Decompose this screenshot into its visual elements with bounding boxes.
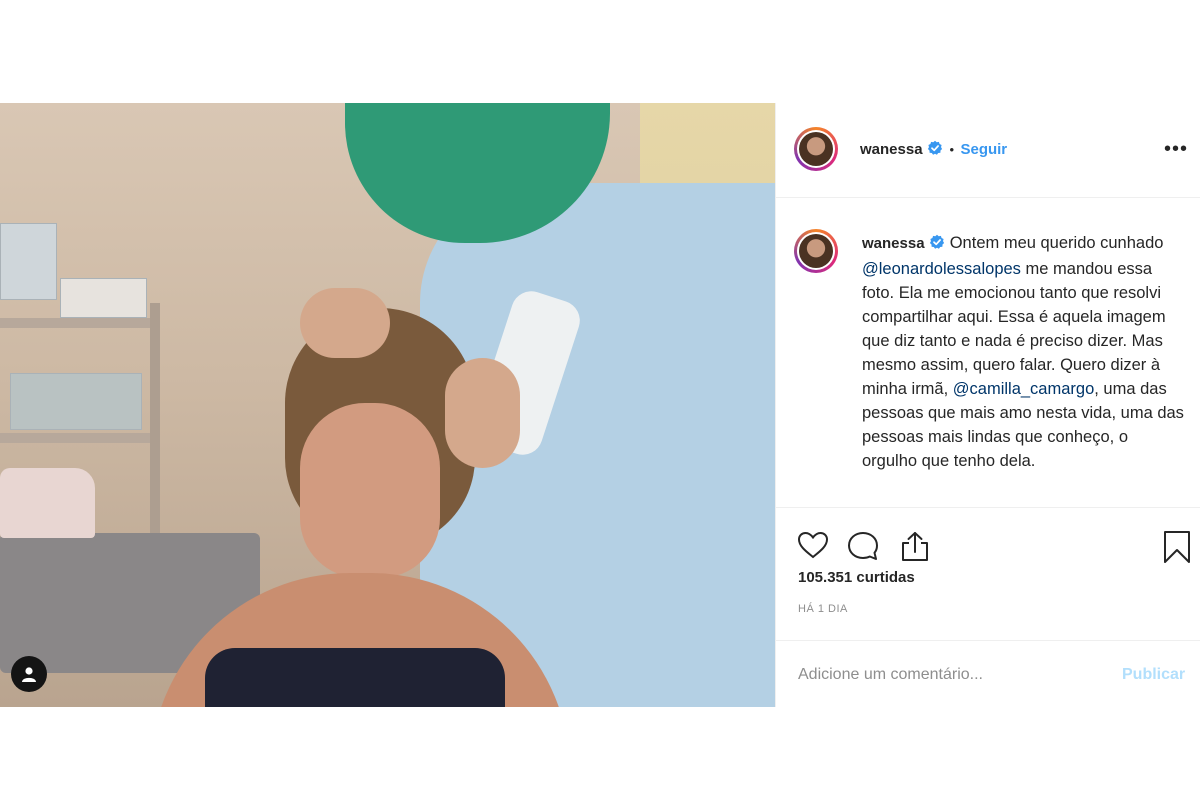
post-header: wanessa • Seguir ••• xyxy=(776,103,1200,198)
comment-input[interactable] xyxy=(798,663,1098,687)
post-sidebar: wanessa • Seguir ••• wanessa Ontem meu q… xyxy=(775,103,1200,707)
comment-icon[interactable] xyxy=(846,530,880,567)
caption-username[interactable]: wanessa xyxy=(862,235,925,252)
likes-count[interactable]: 105.351 curtidas xyxy=(798,569,915,586)
caption-text: wanessa Ontem meu querido cunhado @leona… xyxy=(862,231,1184,473)
author-username[interactable]: wanessa xyxy=(860,141,923,158)
publish-button[interactable]: Publicar xyxy=(1122,666,1185,684)
photo-dress xyxy=(205,648,505,707)
post-timestamp[interactable]: HÁ 1 DIA xyxy=(798,603,848,615)
comment-form: Publicar xyxy=(776,640,1200,708)
photo-shelf xyxy=(0,433,160,443)
caption-avatar[interactable] xyxy=(794,229,838,273)
mention-link[interactable]: @leonardolessalopes xyxy=(862,260,1021,278)
author-line: wanessa • Seguir xyxy=(860,140,1007,161)
heart-icon[interactable] xyxy=(796,530,830,565)
follow-button[interactable]: Seguir xyxy=(960,141,1007,158)
caption-body: Ontem meu querido cunhado xyxy=(945,234,1164,252)
instagram-post: wanessa • Seguir ••• wanessa Ontem meu q… xyxy=(0,103,1200,707)
photo-cabinet xyxy=(0,223,57,300)
caption-body: me mandou essa foto. Ela me emocionou ta… xyxy=(862,260,1166,398)
more-options-icon[interactable]: ••• xyxy=(1164,139,1188,159)
avatar[interactable] xyxy=(794,127,838,171)
verified-badge-icon xyxy=(927,140,943,161)
bookmark-icon[interactable] xyxy=(1162,530,1192,569)
share-icon[interactable] xyxy=(898,530,932,567)
verified-badge-icon xyxy=(929,233,945,257)
mention-link[interactable]: @camilla_camargo xyxy=(953,380,1094,398)
photo-hand xyxy=(300,288,390,358)
photo-hand xyxy=(445,358,520,468)
photo-face xyxy=(300,403,440,578)
photo-towel xyxy=(0,468,95,538)
user-tag-icon[interactable] xyxy=(11,656,47,692)
action-bar xyxy=(776,508,1200,568)
photo-supplies xyxy=(10,373,142,430)
caption-area[interactable]: wanessa Ontem meu querido cunhado @leona… xyxy=(776,197,1200,508)
post-photo[interactable] xyxy=(0,103,775,707)
header-separator: • xyxy=(949,142,955,157)
photo-supplies xyxy=(60,278,147,318)
photo-shelf xyxy=(0,318,160,328)
